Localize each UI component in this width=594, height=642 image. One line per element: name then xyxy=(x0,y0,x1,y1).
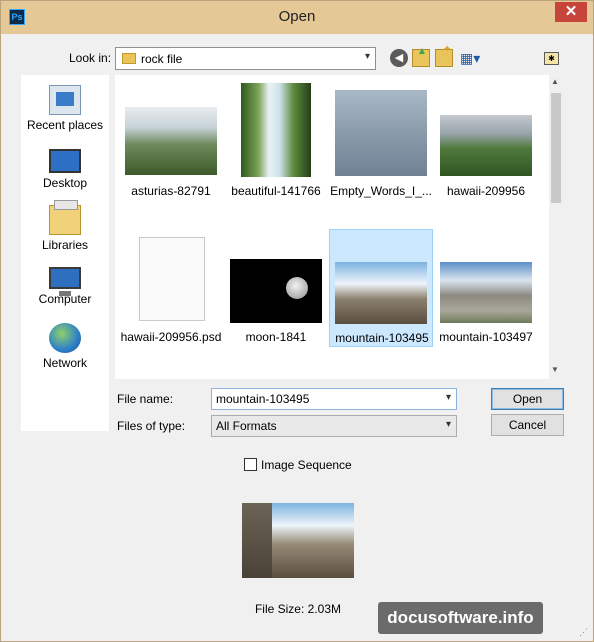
chevron-down-icon[interactable]: ▾ xyxy=(446,392,451,403)
file-list[interactable]: asturias-82791 beautiful-141766 Empty_Wo… xyxy=(115,75,563,379)
chevron-down-icon: ▾ xyxy=(445,419,451,430)
close-button[interactable]: ✕ xyxy=(555,2,587,22)
scroll-down-icon[interactable]: ▼ xyxy=(551,365,559,374)
file-name: hawaii-209956.psd xyxy=(120,330,222,344)
up-folder-icon[interactable] xyxy=(412,46,430,67)
file-type-label: Files of type: xyxy=(117,419,186,433)
resize-grip[interactable]: ⋰ xyxy=(579,627,588,638)
special-folder-icon[interactable]: ✱ xyxy=(544,52,559,65)
file-item-selected[interactable]: mountain-103495 xyxy=(329,229,433,347)
file-name: moon-1841 xyxy=(245,330,307,344)
file-type-select[interactable]: All Formats ▾ xyxy=(211,415,457,437)
dialog-title: Open xyxy=(278,8,316,25)
file-name: asturias-82791 xyxy=(131,184,211,198)
network-icon xyxy=(49,323,81,353)
cancel-button[interactable]: Cancel xyxy=(491,414,564,436)
view-menu-icon[interactable]: ▦▾ xyxy=(460,49,486,67)
back-icon[interactable]: ◀ xyxy=(390,49,408,67)
watermark: docusoftware.info xyxy=(378,602,543,634)
look-in-label: Look in: xyxy=(69,51,112,65)
file-name: hawaii-209956 xyxy=(446,184,526,198)
new-folder-icon[interactable] xyxy=(435,44,453,67)
place-label: Libraries xyxy=(41,238,89,252)
file-name-input[interactable]: mountain-103495 ▾ xyxy=(211,388,457,410)
open-button[interactable]: Open xyxy=(491,388,564,410)
file-item[interactable]: Empty_Words_I_... xyxy=(329,83,433,201)
place-recent-places[interactable]: Recent places xyxy=(21,85,109,132)
preview-thumbnail xyxy=(242,503,354,578)
file-name: Empty_Words_I_... xyxy=(330,184,432,198)
place-label: Recent places xyxy=(26,118,104,132)
vertical-scrollbar[interactable]: ▲ ▼ xyxy=(549,75,563,379)
place-computer[interactable]: Computer xyxy=(21,265,109,306)
places-bar: Recent places Desktop Libraries Computer… xyxy=(21,75,109,431)
libraries-icon xyxy=(49,200,81,235)
file-name: beautiful-141766 xyxy=(231,184,321,198)
scrollbar-thumb[interactable] xyxy=(551,93,561,203)
folder-icon xyxy=(122,53,136,64)
place-libraries[interactable]: Libraries xyxy=(21,200,109,252)
look-in-dropdown[interactable]: rock file ▾ xyxy=(115,47,376,70)
place-label: Desktop xyxy=(42,176,88,190)
scroll-up-icon[interactable]: ▲ xyxy=(551,77,559,86)
recent-places-icon xyxy=(49,85,81,115)
place-network[interactable]: Network xyxy=(21,323,109,370)
file-name-value: mountain-103495 xyxy=(216,392,310,406)
image-sequence-label[interactable]: Image Sequence xyxy=(261,458,352,472)
file-thumbnail xyxy=(241,83,311,177)
file-name: mountain-103495 xyxy=(335,331,429,345)
file-thumbnail xyxy=(230,259,322,323)
file-name-label: File name: xyxy=(117,392,174,406)
computer-icon xyxy=(49,267,81,296)
place-desktop[interactable]: Desktop xyxy=(21,145,109,190)
file-thumbnail xyxy=(125,107,217,175)
file-thumbnail xyxy=(335,262,427,324)
file-item[interactable]: beautiful-141766 xyxy=(224,83,328,201)
file-thumbnail xyxy=(335,90,427,176)
file-item[interactable]: mountain-103497 xyxy=(434,229,538,347)
desktop-icon xyxy=(49,149,81,173)
open-dialog: Ps Open ✕ Look in: rock file ▾ ◀ ▦▾ ✱ Re… xyxy=(0,0,594,642)
file-thumbnail xyxy=(440,262,532,323)
place-label: Network xyxy=(42,356,87,370)
title-bar[interactable]: Ps Open ✕ xyxy=(1,1,593,34)
file-item[interactable]: asturias-82791 xyxy=(119,83,223,201)
look-in-value: rock file xyxy=(141,52,183,66)
image-sequence-checkbox[interactable] xyxy=(244,458,257,471)
file-item[interactable]: hawaii-209956 xyxy=(434,83,538,201)
file-type-value: All Formats xyxy=(216,419,277,433)
file-thumbnail xyxy=(440,115,532,176)
chevron-down-icon: ▾ xyxy=(364,51,370,62)
document-icon xyxy=(139,237,205,321)
file-item[interactable]: moon-1841 xyxy=(224,229,328,347)
file-item[interactable]: hawaii-209956.psd xyxy=(119,229,223,347)
file-name: mountain-103497 xyxy=(439,330,533,344)
